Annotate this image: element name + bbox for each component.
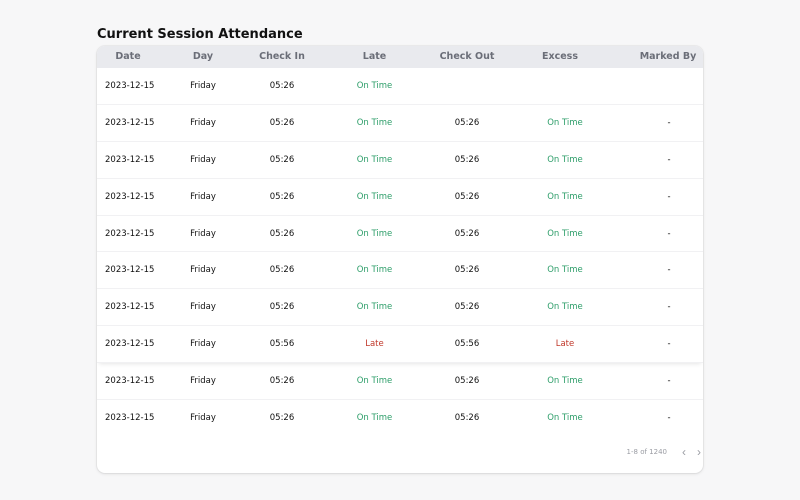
cell-day: Friday — [190, 265, 216, 276]
cell-late-status: On Time — [356, 117, 393, 128]
cell-excess-status: On Time — [547, 376, 583, 387]
cell-date: 2023-12-15 — [105, 339, 155, 350]
cell-excess-status: On Time — [547, 191, 583, 202]
cell-excess-status: On Time — [547, 228, 583, 239]
cell-check-in: 05:26 — [269, 302, 295, 313]
cell-day: Friday — [190, 228, 216, 239]
cell-day: Friday — [190, 302, 216, 313]
column-header-check-in[interactable]: Check In — [252, 46, 312, 68]
cell-check-in: 05:26 — [269, 154, 295, 165]
attendance-table: Date Day Check In Late Check Out Excess … — [97, 46, 703, 473]
cell-excess-status — [537, 68, 593, 104]
cell-late-status: Late — [365, 339, 384, 350]
cell-date: 2023-12-15 — [105, 117, 155, 128]
cell-date: 2023-12-15 — [105, 154, 155, 165]
cell-check-in: 05:26 — [269, 228, 295, 239]
cell-check-in: 05:26 — [269, 81, 295, 91]
table-row[interactable]: 2023-12-15 Friday 05:26 On Time 05:26 On Time… — [97, 252, 703, 290]
cell-check-out: 05:26 — [454, 265, 480, 276]
cell-date: 2023-12-15 — [105, 228, 155, 239]
cell-date: 2023-12-15 — [105, 81, 155, 91]
cell-late-status: On Time — [356, 154, 393, 165]
cell-marked-by: - — [667, 302, 671, 313]
column-header-day[interactable]: Day — [177, 46, 229, 68]
cell-day: Friday — [190, 117, 216, 128]
page-title: Current Session Attendance — [97, 27, 303, 42]
cell-excess-status: On Time — [547, 154, 583, 165]
cell-check-out: 05:26 — [454, 302, 480, 313]
cell-check-in: 05:56 — [269, 339, 295, 350]
cell-late-status: On Time — [356, 302, 393, 313]
table-row[interactable]: 2023-12-15 Friday 05:26 On Time 05:26 On Time… — [97, 289, 703, 327]
column-header-date[interactable]: Date — [105, 46, 151, 68]
column-header-check-out[interactable]: Check Out — [432, 46, 502, 68]
column-header-excess[interactable]: Excess — [532, 46, 588, 68]
table-row[interactable]: 2023-12-15 Friday 05:26 On Time — [97, 68, 703, 105]
cell-late-status: On Time — [356, 376, 393, 387]
cell-check-out: 05:26 — [454, 191, 480, 202]
cell-marked-by: - — [667, 376, 671, 387]
cell-check-out — [442, 68, 492, 104]
cell-day: Friday — [190, 339, 216, 350]
chevron-right-icon[interactable]: › — [695, 445, 703, 459]
cell-check-in: 05:26 — [269, 117, 295, 128]
cell-date: 2023-12-15 — [105, 376, 155, 387]
table-row[interactable]: 2023-12-15 Friday 05:26 On Time 05:26 On Time… — [97, 363, 703, 401]
cell-marked-by: - — [667, 339, 671, 350]
chevron-left-icon[interactable]: ‹ — [677, 445, 691, 459]
cell-day: Friday — [190, 376, 216, 387]
cell-check-out: 05:26 — [454, 228, 480, 239]
cell-excess-status: Late — [555, 339, 575, 350]
cell-marked-by: - — [667, 413, 671, 424]
table-row[interactable]: 2023-12-15 Friday 05:26 On Time 05:26 On Time… — [97, 179, 703, 216]
cell-check-out: 05:26 — [454, 413, 480, 424]
cell-check-out: 05:26 — [454, 117, 480, 128]
cell-check-in: 05:26 — [269, 265, 295, 276]
cell-late-status: On Time — [356, 228, 393, 239]
cell-excess-status: On Time — [547, 265, 583, 276]
cell-date: 2023-12-15 — [105, 265, 155, 276]
column-header-marked-by[interactable]: Marked By — [635, 46, 701, 68]
column-header-late[interactable]: Late — [347, 46, 402, 68]
cell-check-out: 05:26 — [454, 154, 480, 165]
cell-excess-status: On Time — [547, 413, 583, 424]
table-header: Date Day Check In Late Check Out Excess … — [97, 46, 703, 68]
table-row[interactable]: 2023-12-15 Friday 05:56 Late 05:56 Late - — [97, 326, 703, 364]
cell-excess-status: On Time — [547, 117, 583, 128]
cell-excess-status: On Time — [547, 302, 583, 313]
table-footer: 1-8 of 1240 ‹ › — [97, 444, 703, 473]
cell-day: Friday — [190, 81, 216, 91]
cell-check-in: 05:26 — [269, 191, 295, 202]
table-body: 2023-12-15 Friday 05:26 On Time 2023-12-15 Fr… — [97, 68, 703, 437]
cell-marked-by — [643, 68, 695, 104]
cell-marked-by: - — [667, 154, 671, 165]
cell-late-status: On Time — [356, 265, 393, 276]
cell-day: Friday — [190, 154, 216, 165]
cell-late-status: On Time — [356, 191, 393, 202]
cell-date: 2023-12-15 — [105, 302, 155, 313]
cell-check-in: 05:26 — [269, 376, 295, 387]
cell-late-status: On Time — [356, 413, 393, 424]
cell-marked-by: - — [667, 228, 671, 239]
table-row[interactable]: 2023-12-15 Friday 05:26 On Time 05:26 On Time… — [97, 400, 703, 437]
cell-late-status: On Time — [356, 81, 393, 91]
table-row[interactable]: 2023-12-15 Friday 05:26 On Time 05:26 On Time… — [97, 105, 703, 142]
cell-date: 2023-12-15 — [105, 413, 155, 424]
table-row[interactable]: 2023-12-15 Friday 05:26 On Time 05:26 On Time… — [97, 216, 703, 253]
cell-check-out: 05:56 — [454, 339, 480, 350]
cell-check-out: 05:26 — [454, 376, 480, 387]
cell-marked-by: - — [667, 117, 671, 128]
table-row[interactable]: 2023-12-15 Friday 05:26 On Time 05:26 On Time… — [97, 142, 703, 179]
cell-check-in: 05:26 — [269, 413, 295, 424]
pagination-range: 1-8 of 1240 — [626, 448, 667, 456]
cell-date: 2023-12-15 — [105, 191, 155, 202]
cell-day: Friday — [190, 191, 216, 202]
cell-marked-by: - — [667, 265, 671, 276]
cell-marked-by: - — [667, 191, 671, 202]
cell-day: Friday — [190, 413, 216, 424]
